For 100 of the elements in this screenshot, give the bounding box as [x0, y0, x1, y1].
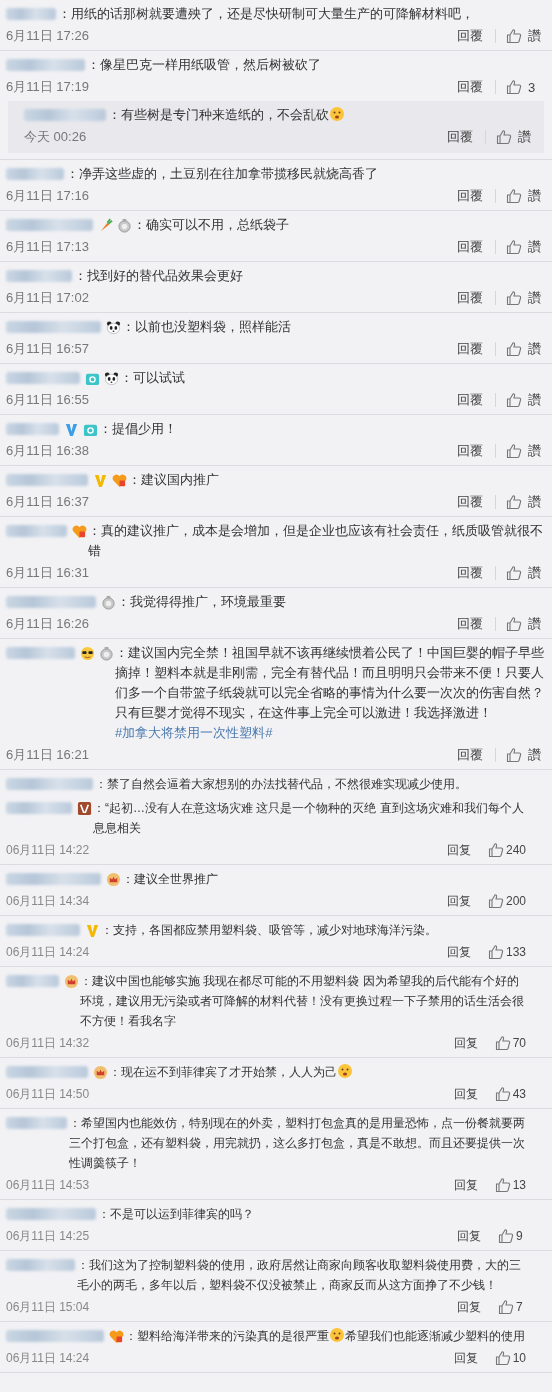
reply-link[interactable]: 回覆 — [457, 187, 483, 205]
reply-link[interactable]: 回覆 — [457, 493, 483, 511]
reply-link[interactable]: 回复 — [446, 943, 471, 961]
comment-text: ：有些树是专门种来造纸的，不会乱砍 — [108, 105, 534, 125]
comment-time: 6月11日 17:26 — [6, 27, 89, 45]
thumbs-up-icon — [498, 1299, 514, 1315]
reply-link[interactable]: 回覆 — [457, 238, 483, 256]
like-button[interactable]: 70 — [494, 1035, 526, 1051]
comment-text: ：希望国内也能效仿，特别现在的外卖，塑料打包盒真的是用量恐怖，点一份餐就要两三个打包盒，还有塑料袋，用完就扔，这么多打包盒，真是不敢想。而且还要提供一次性调羹筷子！ — [69, 1115, 526, 1172]
reply-link[interactable]: 回覆 — [447, 128, 473, 146]
like-button[interactable]: 9 — [498, 1228, 526, 1244]
reply-link[interactable]: 回复 — [453, 1176, 478, 1194]
like-button[interactable]: 10 — [494, 1350, 526, 1366]
heart-badge-icon — [112, 472, 127, 488]
thumbs-up-icon — [487, 944, 504, 960]
like-button[interactable]: 讚 — [506, 564, 544, 582]
panda-icon — [104, 370, 119, 386]
reply-link[interactable]: 回覆 — [457, 78, 483, 96]
reply-link[interactable]: 回覆 — [457, 442, 483, 460]
thumbs-up-icon — [506, 747, 522, 763]
sunglasses-face-icon — [80, 645, 95, 661]
reply-link[interactable]: 回覆 — [457, 289, 483, 307]
like-button[interactable]: 讚 — [506, 187, 544, 205]
comment-text: ：我们这为了控制塑料袋的使用，政府居然让商家向顾客收取塑料袋使用费，大的三毛小的两毛，多年以后，塑料袋不仅没被禁止，商家反而从这方面挣了不少钱！ — [77, 1257, 522, 1294]
comment-text: ：不是可以运到菲律宾的吗？ — [98, 1206, 255, 1223]
blurred-username — [6, 1117, 67, 1129]
like-button[interactable]: 240 — [487, 842, 526, 858]
comment-time: 06月11日 14:22 — [6, 841, 90, 859]
reply-link[interactable]: 回复 — [453, 1085, 478, 1103]
comment-text: ：建议全世界推广 — [122, 871, 219, 888]
blurred-username — [6, 525, 67, 537]
thumbs-up-icon — [494, 1350, 511, 1366]
thumbs-up-icon — [506, 616, 522, 632]
comment-text: ：真的建议推广，成本是会增加，但是企业也应该有社会责任，纸质吸管就很不错 — [88, 522, 544, 560]
reply-link[interactable]: 回复 — [457, 1227, 481, 1245]
verified-icon — [85, 922, 100, 938]
verified-icon — [93, 472, 108, 488]
comment-time: 6月11日 16:37 — [6, 493, 89, 511]
like-button[interactable]: 200 — [487, 893, 526, 909]
comment-time: 06月11日 15:04 — [6, 1298, 90, 1316]
blurred-username — [6, 8, 56, 20]
comment-time: 6月11日 17:19 — [6, 78, 89, 96]
thumbs-up-icon — [506, 341, 522, 357]
reply-link[interactable]: 回覆 — [457, 27, 483, 45]
reply-link[interactable]: 回复 — [453, 1349, 478, 1367]
like-button[interactable]: 3 — [506, 79, 544, 95]
reply-link[interactable]: 回覆 — [457, 564, 483, 582]
comment-time: 06月11日 14:50 — [6, 1085, 90, 1103]
thumbs-up-icon — [494, 1177, 511, 1193]
comment-time: 06月11日 14:53 — [6, 1176, 90, 1194]
comment-time: 6月11日 17:02 — [6, 289, 89, 307]
crown-icon — [64, 973, 79, 989]
comment-time: 6月11日 16:31 — [6, 564, 89, 582]
like-button[interactable]: 讚 — [496, 128, 534, 146]
reply-link[interactable]: 回复 — [453, 1034, 478, 1052]
crown-icon — [106, 871, 121, 887]
comment-time: 6月11日 16:55 — [6, 391, 89, 409]
like-button[interactable]: 43 — [494, 1086, 526, 1102]
comment-text: ：我觉得得推广，环境最重要 — [117, 593, 287, 611]
comment-time: 6月11日 17:16 — [6, 187, 89, 205]
emoji-icon — [329, 106, 345, 122]
comment-text: ：禁了自然会逼着大家想别的办法找替代品，不然很难实现减少使用。 — [95, 776, 468, 793]
crown-icon — [93, 1064, 108, 1080]
blurred-username — [6, 168, 64, 180]
hashtag-link[interactable]: #加拿大将禁用一次性塑料# — [115, 725, 273, 740]
blurred-username — [6, 975, 59, 987]
like-button[interactable]: 133 — [487, 944, 526, 960]
comment-text: ：提倡少用！ — [99, 420, 178, 438]
reply-link[interactable]: 回复 — [457, 1298, 481, 1316]
like-button[interactable]: 讚 — [506, 442, 544, 460]
comment-text: ：以前也没塑料袋，照样能活 — [122, 318, 292, 336]
like-button[interactable]: 13 — [494, 1177, 526, 1193]
like-button[interactable]: 讚 — [506, 493, 544, 511]
reply-link[interactable]: 回覆 — [457, 746, 483, 764]
medal-icon — [101, 594, 116, 610]
comment-time: 6月11日 16:21 — [6, 746, 89, 764]
thumbs-up-icon — [506, 79, 522, 95]
like-button[interactable]: 讚 — [506, 615, 544, 633]
thumbs-up-icon — [506, 290, 522, 306]
comment-text: ：可以试试 — [120, 369, 186, 387]
like-button[interactable]: 讚 — [506, 289, 544, 307]
reply-link[interactable]: 回覆 — [457, 391, 483, 409]
thumbs-up-icon — [506, 392, 522, 408]
blurred-username — [6, 270, 72, 282]
comment-time: 6月11日 17:13 — [6, 238, 89, 256]
reply-link[interactable]: 回复 — [446, 892, 471, 910]
like-button[interactable]: 7 — [498, 1299, 526, 1315]
thumbs-up-icon — [494, 1035, 511, 1051]
emoji-icon — [337, 1063, 353, 1079]
reply-link[interactable]: 回覆 — [457, 340, 483, 358]
reply-link[interactable]: 回复 — [446, 841, 471, 859]
like-button[interactable]: 讚 — [506, 746, 544, 764]
like-button[interactable]: 讚 — [506, 238, 544, 256]
reply-link[interactable]: 回覆 — [457, 615, 483, 633]
like-button[interactable]: 讚 — [506, 27, 544, 45]
thumbs-up-icon — [496, 129, 512, 145]
heart-badge-icon — [109, 1328, 124, 1344]
blurred-username — [6, 647, 75, 659]
like-button[interactable]: 讚 — [506, 340, 544, 358]
like-button[interactable]: 讚 — [506, 391, 544, 409]
